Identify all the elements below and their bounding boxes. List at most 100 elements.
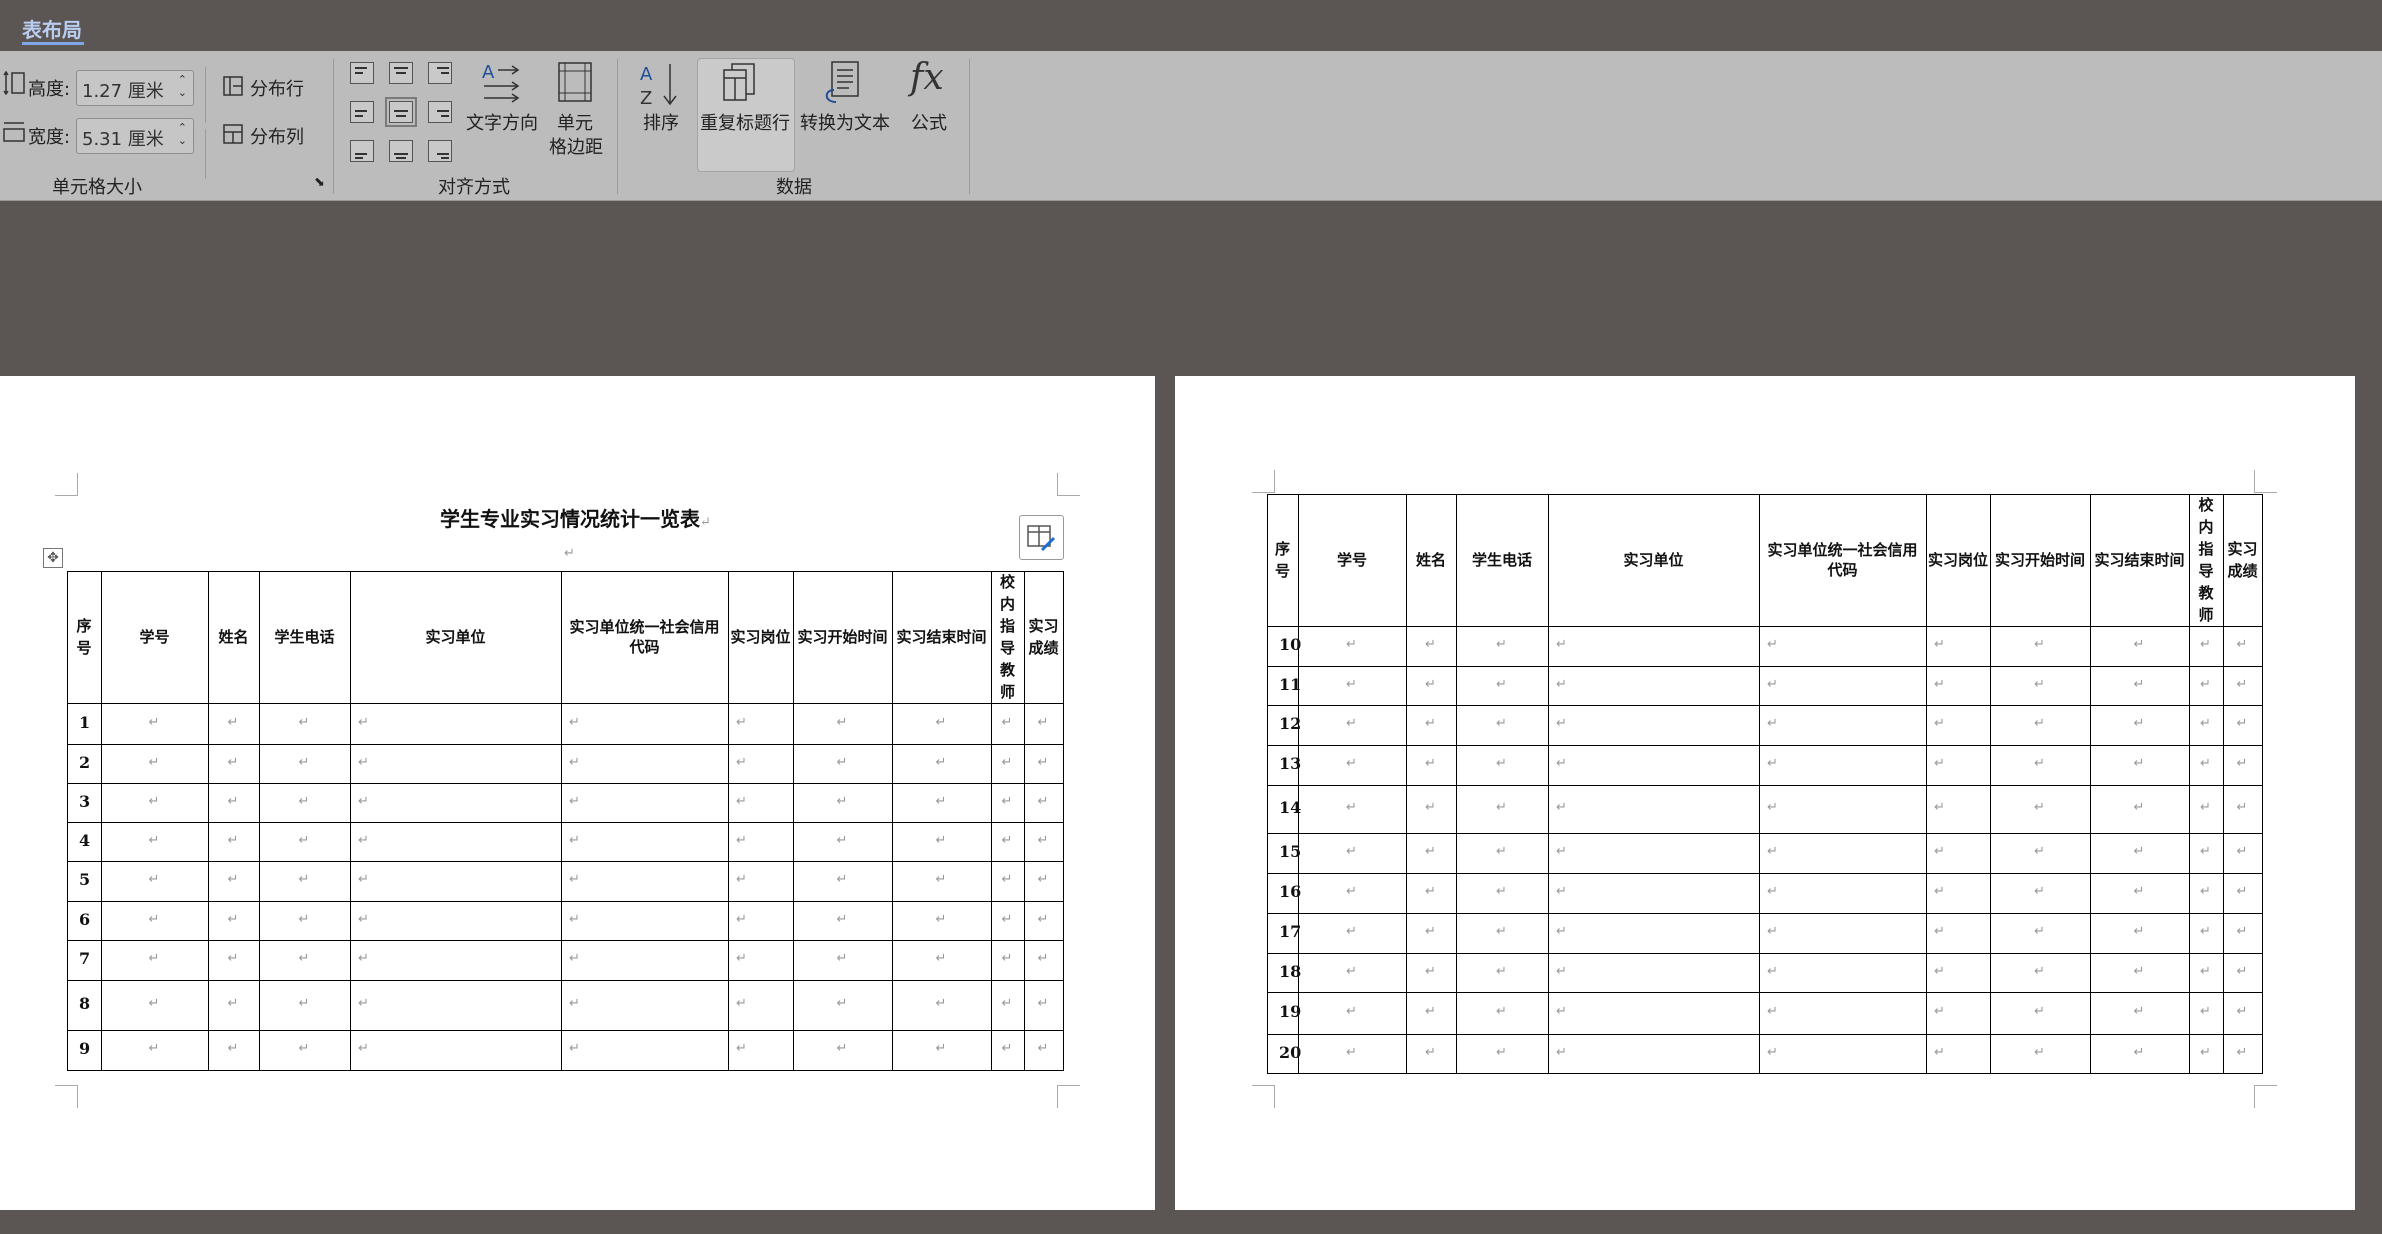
cell-end-mark[interactable]: ↵ — [736, 833, 747, 848]
table-header-cell[interactable]: 实习开始时间 — [1990, 494, 2090, 626]
cell-end-mark[interactable]: ↵ — [2134, 964, 2145, 979]
cell-end-mark[interactable]: ↵ — [2200, 964, 2211, 979]
cell-end-mark[interactable]: ↵ — [1556, 1045, 1567, 1060]
formula-icon[interactable]: fx — [910, 57, 944, 98]
cell-end-mark[interactable]: ↵ — [1002, 951, 1013, 966]
cell-end-mark[interactable]: ↵ — [837, 872, 848, 887]
row-number[interactable]: 13 — [1279, 754, 1301, 773]
cell-end-mark[interactable]: ↵ — [299, 996, 310, 1011]
cell-end-mark[interactable]: ↵ — [1767, 716, 1778, 731]
cell-end-mark[interactable]: ↵ — [2200, 884, 2211, 899]
row-number[interactable]: 16 — [1279, 882, 1301, 901]
cell-end-mark[interactable]: ↵ — [1346, 756, 1357, 771]
row-number[interactable]: 6 — [79, 910, 90, 929]
cell-end-mark[interactable]: ↵ — [299, 715, 310, 730]
cell-margins-icon[interactable] — [556, 60, 594, 104]
cell-end-mark[interactable]: ↵ — [2034, 800, 2045, 815]
cell-end-mark[interactable]: ↵ — [1346, 884, 1357, 899]
cell-end-mark[interactable]: ↵ — [1038, 833, 1049, 848]
cell-end-mark[interactable]: ↵ — [1767, 756, 1778, 771]
cell-end-mark[interactable]: ↵ — [736, 872, 747, 887]
repeat-header-icon[interactable] — [722, 62, 766, 102]
align-bottom-center-icon[interactable] — [389, 140, 413, 162]
cell-end-mark[interactable]: ↵ — [1934, 844, 1945, 859]
row-number[interactable]: 12 — [1279, 714, 1301, 733]
table-move-handle-icon[interactable]: ✥ — [43, 548, 63, 568]
row-number[interactable]: 17 — [1279, 922, 1301, 941]
table-header-cell[interactable]: 校内指导教师 — [991, 571, 1024, 703]
cell-end-mark[interactable]: ↵ — [149, 996, 160, 1011]
cell-end-mark[interactable]: ↵ — [1767, 924, 1778, 939]
cell-end-mark[interactable]: ↵ — [358, 996, 369, 1011]
align-middle-right-icon[interactable] — [428, 101, 452, 123]
cell-end-mark[interactable]: ↵ — [1038, 755, 1049, 770]
repeat-header-button[interactable]: 重复标题行 — [700, 109, 790, 135]
cell-end-mark[interactable]: ↵ — [149, 794, 160, 809]
row-number[interactable]: 11 — [1279, 675, 1301, 694]
cell-end-mark[interactable]: ↵ — [936, 996, 947, 1011]
cell-end-mark[interactable]: ↵ — [299, 1041, 310, 1056]
cell-end-mark[interactable]: ↵ — [228, 794, 239, 809]
cell-end-mark[interactable]: ↵ — [1556, 677, 1567, 692]
cell-end-mark[interactable]: ↵ — [936, 715, 947, 730]
cell-end-mark[interactable]: ↵ — [149, 755, 160, 770]
cell-end-mark[interactable]: ↵ — [1767, 884, 1778, 899]
cell-end-mark[interactable]: ↵ — [1425, 800, 1436, 815]
cell-end-mark[interactable]: ↵ — [569, 794, 580, 809]
cell-end-mark[interactable]: ↵ — [1496, 716, 1507, 731]
table-header-cell[interactable]: 学生电话 — [1456, 494, 1548, 626]
cell-end-mark[interactable]: ↵ — [1767, 1004, 1778, 1019]
cell-end-mark[interactable]: ↵ — [358, 794, 369, 809]
cell-end-mark[interactable]: ↵ — [1934, 637, 1945, 652]
cell-end-mark[interactable]: ↵ — [837, 833, 848, 848]
cell-end-mark[interactable]: ↵ — [1038, 872, 1049, 887]
cell-end-mark[interactable]: ↵ — [2134, 1045, 2145, 1060]
cell-end-mark[interactable]: ↵ — [569, 912, 580, 927]
cell-end-mark[interactable]: ↵ — [1934, 924, 1945, 939]
cell-end-mark[interactable]: ↵ — [736, 755, 747, 770]
cell-end-mark[interactable]: ↵ — [228, 715, 239, 730]
cell-end-mark[interactable]: ↵ — [1496, 756, 1507, 771]
table-header-cell[interactable]: 姓名 — [208, 571, 259, 703]
cell-end-mark[interactable]: ↵ — [569, 755, 580, 770]
cell-end-mark[interactable]: ↵ — [1425, 637, 1436, 652]
row-number[interactable]: 5 — [79, 870, 90, 889]
cell-end-mark[interactable]: ↵ — [2237, 924, 2248, 939]
cell-end-mark[interactable]: ↵ — [2034, 756, 2045, 771]
height-value[interactable]: 1.27 厘米 — [82, 77, 164, 103]
cell-end-mark[interactable]: ↵ — [1038, 996, 1049, 1011]
cell-end-mark[interactable]: ↵ — [228, 1041, 239, 1056]
document-title[interactable]: 学生专业实习情况统计一览表↵ — [440, 503, 711, 532]
cell-end-mark[interactable]: ↵ — [1425, 884, 1436, 899]
cell-end-mark[interactable]: ↵ — [1556, 964, 1567, 979]
cell-end-mark[interactable]: ↵ — [2034, 964, 2045, 979]
tab-table-layout[interactable]: 表布局 — [22, 14, 82, 43]
cell-end-mark[interactable]: ↵ — [2200, 1045, 2211, 1060]
cell-end-mark[interactable]: ↵ — [149, 872, 160, 887]
table-header-cell[interactable]: 实习开始时间 — [793, 571, 892, 703]
table-header-cell[interactable]: 序号 — [1267, 494, 1298, 626]
spin-arrows-icon[interactable]: ⌃ ⌄ — [178, 73, 187, 99]
cell-end-mark[interactable]: ↵ — [936, 755, 947, 770]
table-header-cell[interactable]: 序号 — [67, 571, 101, 703]
align-bottom-right-icon[interactable] — [428, 140, 452, 162]
cell-end-mark[interactable]: ↵ — [936, 794, 947, 809]
cell-end-mark[interactable]: ↵ — [1556, 800, 1567, 815]
height-spinner[interactable]: 1.27 厘米 ⌃ ⌄ — [76, 70, 194, 106]
spin-arrows-icon[interactable]: ⌃ ⌄ — [178, 121, 187, 147]
table-header-cell[interactable]: 实习成绩 — [2223, 494, 2262, 626]
cell-end-mark[interactable]: ↵ — [1425, 716, 1436, 731]
cell-end-mark[interactable]: ↵ — [1496, 1004, 1507, 1019]
cell-end-mark[interactable]: ↵ — [837, 912, 848, 927]
cell-end-mark[interactable]: ↵ — [1002, 1041, 1013, 1056]
cell-end-mark[interactable]: ↵ — [2200, 677, 2211, 692]
table-header-cell[interactable]: 实习岗位 — [728, 571, 793, 703]
cell-end-mark[interactable]: ↵ — [149, 951, 160, 966]
cell-end-mark[interactable]: ↵ — [299, 912, 310, 927]
cell-end-mark[interactable]: ↵ — [2200, 756, 2211, 771]
cell-end-mark[interactable]: ↵ — [1556, 716, 1567, 731]
cell-end-mark[interactable]: ↵ — [1038, 912, 1049, 927]
dialog-launcher-icon[interactable]: ⬊ — [314, 175, 325, 190]
cell-end-mark[interactable]: ↵ — [2200, 1004, 2211, 1019]
cell-end-mark[interactable]: ↵ — [1425, 1004, 1436, 1019]
